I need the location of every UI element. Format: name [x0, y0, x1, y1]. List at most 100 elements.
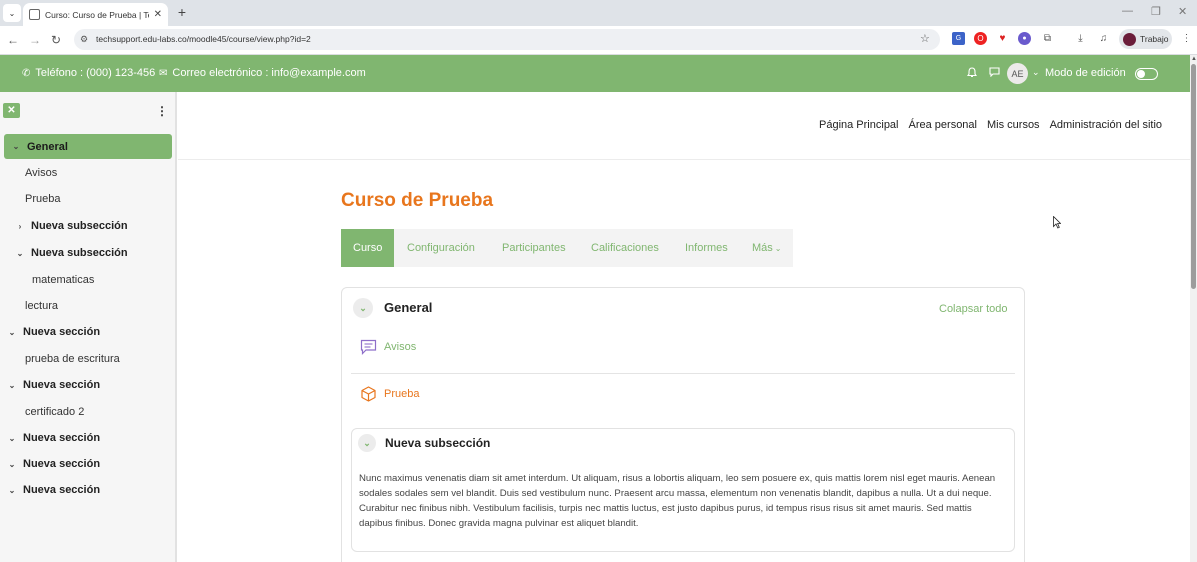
- activity-quiz[interactable]: Prueba: [360, 386, 419, 402]
- course-index-item-section[interactable]: ⌄ Nueva sección: [0, 428, 175, 448]
- forward-icon[interactable]: →: [29, 33, 41, 47]
- phone-text: Teléfono : (000) 123-456: [35, 67, 156, 79]
- course-index-item-subsection[interactable]: ⌄ Nueva subsección: [0, 243, 175, 263]
- chevron-down-icon[interactable]: ⌄: [6, 328, 18, 337]
- activity-forum[interactable]: Avisos: [360, 339, 416, 355]
- course-index-label: Nueva subsección: [31, 220, 128, 232]
- page-title: Curso de Prueba: [341, 190, 494, 211]
- minimize-icon[interactable]: —: [1122, 5, 1133, 17]
- back-icon[interactable]: ←: [7, 33, 19, 47]
- browser-menu-icon[interactable]: ⋮: [1180, 32, 1193, 45]
- user-avatar[interactable]: AE: [1007, 63, 1028, 84]
- course-index-label: Prueba: [25, 193, 61, 205]
- section-title[interactable]: General: [384, 300, 432, 315]
- course-index-item-matematicas[interactable]: matematicas: [0, 270, 175, 290]
- course-index-item-certificado[interactable]: certificado 2: [0, 402, 175, 422]
- chevron-down-icon[interactable]: ⌄: [6, 486, 18, 495]
- tab-title: Curso: Curso de Prueba | Techs: [44, 9, 149, 20]
- restore-icon[interactable]: ❐: [1151, 5, 1161, 18]
- activity-divider: [351, 373, 1015, 374]
- course-index-item-section[interactable]: ⌄ Nueva sección: [0, 322, 175, 342]
- subsection-collapse-toggle[interactable]: ⌄: [358, 434, 376, 452]
- forum-icon: [360, 339, 377, 355]
- page-favicon-icon: [29, 9, 40, 20]
- envelope-icon: ✉: [159, 67, 168, 79]
- media-control-icon[interactable]: ♫: [1097, 32, 1110, 45]
- chevron-down-icon[interactable]: ⌄: [6, 434, 18, 443]
- course-index-label: lectura: [25, 300, 59, 312]
- url-text: techsupport.edu-labs.co/moodle45/course/…: [96, 34, 311, 44]
- subsection-summary: Nunc maximus venenatis diam sit amet int…: [359, 473, 996, 529]
- close-drawer-button[interactable]: ✕: [3, 103, 20, 118]
- course-index-label: prueba de escritura: [25, 353, 120, 365]
- address-bar[interactable]: ⚙ techsupport.edu-labs.co/moodle45/cours…: [74, 29, 940, 50]
- section-collapse-toggle[interactable]: ⌄: [353, 298, 373, 318]
- tab-more-label: Más: [752, 242, 773, 254]
- tab-grades[interactable]: Calificaciones: [591, 229, 659, 267]
- phone-contact: ✆ Teléfono : (000) 123-456: [22, 67, 155, 79]
- opera-extension-icon[interactable]: O: [974, 32, 987, 45]
- profile-button[interactable]: Trabajo: [1119, 29, 1172, 49]
- nav-link-home[interactable]: Página Principal: [819, 119, 899, 131]
- chevron-right-icon[interactable]: ›: [14, 222, 26, 231]
- translate-extension-icon[interactable]: G: [952, 32, 965, 45]
- extensions-puzzle-icon[interactable]: ⧉: [1041, 32, 1054, 45]
- edit-mode-toggle[interactable]: [1135, 68, 1158, 80]
- nav-link-dashboard[interactable]: Área personal: [909, 119, 978, 131]
- tab-participants[interactable]: Participantes: [502, 229, 566, 267]
- close-window-icon[interactable]: ✕: [1178, 5, 1187, 18]
- course-index-label: Nueva sección: [23, 326, 101, 338]
- tab-search-button[interactable]: ⌄: [3, 4, 21, 22]
- collapse-all-link[interactable]: Colapsar todo: [939, 303, 1008, 315]
- new-tab-button[interactable]: +: [174, 4, 190, 20]
- reload-icon[interactable]: ↻: [51, 33, 61, 47]
- profile-label: Trabajo: [1140, 34, 1169, 44]
- edit-mode-label: Modo de edición: [1045, 67, 1126, 79]
- site-info-icon[interactable]: ⚙: [80, 34, 88, 45]
- course-index-item-avisos[interactable]: Avisos: [0, 163, 175, 183]
- close-tab-icon[interactable]: ✕: [154, 9, 162, 20]
- course-index-item-subsection[interactable]: › Nueva subsección: [0, 216, 175, 236]
- package-icon: [361, 386, 376, 402]
- chevron-down-icon[interactable]: ⌄: [10, 142, 22, 151]
- course-index-label: Nueva subsección: [31, 247, 128, 259]
- circle-extension-icon[interactable]: ●: [1018, 32, 1031, 45]
- profile-avatar: [1123, 32, 1136, 46]
- course-index-item-section[interactable]: ⌄ Nueva sección: [0, 480, 175, 500]
- tab-more[interactable]: Más ⌄: [752, 229, 781, 267]
- email-contact[interactable]: ✉ Correo electrónico : info@example.com: [159, 67, 366, 79]
- browser-tab[interactable]: Curso: Curso de Prueba | Techs ✕: [23, 3, 168, 26]
- activity-name[interactable]: Prueba: [384, 388, 419, 400]
- course-index-label: Nueva sección: [23, 432, 101, 444]
- heart-extension-icon[interactable]: ♥: [996, 32, 1009, 45]
- course-index-item-section[interactable]: ⌄ Nueva sección: [0, 454, 175, 474]
- course-index-label: Avisos: [25, 167, 58, 179]
- course-index-label: Nueva sección: [23, 458, 101, 470]
- course-index-item-lectura[interactable]: lectura: [0, 296, 175, 316]
- user-menu-chevron-icon[interactable]: ⌄: [1032, 67, 1040, 78]
- course-index-item-prueba-escritura[interactable]: prueba de escritura: [0, 349, 175, 369]
- nav-link-site-admin[interactable]: Administración del sitio: [1050, 119, 1163, 131]
- bookmark-star-icon[interactable]: ☆: [920, 32, 930, 45]
- chevron-down-icon[interactable]: ⌄: [6, 381, 18, 390]
- drawer-options-icon[interactable]: ⋮: [156, 104, 168, 118]
- course-index-item-section[interactable]: ⌄ Nueva sección: [0, 375, 175, 395]
- course-index-label: matematicas: [32, 274, 95, 286]
- activity-name[interactable]: Avisos: [384, 341, 416, 353]
- tab-reports[interactable]: Informes: [685, 229, 728, 267]
- notifications-bell-icon[interactable]: [967, 67, 977, 78]
- course-index-label: Nueva sección: [23, 484, 101, 496]
- chevron-down-icon[interactable]: ⌄: [6, 460, 18, 469]
- course-index-item-prueba[interactable]: Prueba: [0, 189, 175, 209]
- tab-settings[interactable]: Configuración: [407, 229, 475, 267]
- subsection-title[interactable]: Nueva subsección: [385, 436, 490, 450]
- scrollbar-thumb[interactable]: [1191, 64, 1196, 289]
- nav-link-my-courses[interactable]: Mis cursos: [987, 119, 1040, 131]
- tab-course[interactable]: Curso: [341, 229, 395, 267]
- messages-icon[interactable]: [989, 67, 1000, 77]
- download-icon[interactable]: ⤓: [1074, 32, 1087, 45]
- course-index-item-general[interactable]: ⌄ General: [4, 134, 172, 159]
- chevron-down-icon[interactable]: ⌄: [14, 249, 26, 258]
- course-secondary-navigation: Curso Configuración Participantes Califi…: [341, 229, 793, 267]
- scroll-up-arrow-icon[interactable]: ▲: [1191, 56, 1197, 62]
